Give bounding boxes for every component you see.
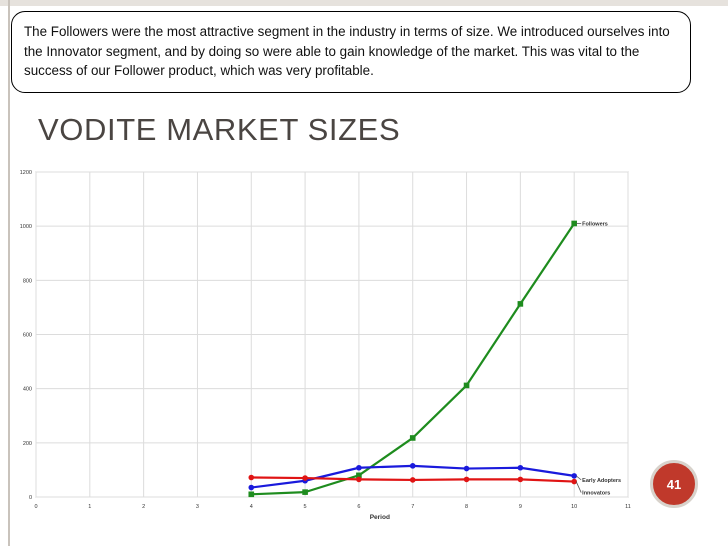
data-point bbox=[248, 484, 255, 491]
callout-box: The Followers were the most attractive s… bbox=[11, 11, 691, 93]
data-point bbox=[571, 473, 577, 479]
x-tick-label: 1 bbox=[88, 504, 91, 510]
data-point bbox=[463, 382, 470, 389]
data-point bbox=[409, 477, 416, 483]
y-tick-label: 1000 bbox=[20, 224, 32, 230]
data-point bbox=[302, 475, 308, 481]
data-point bbox=[248, 491, 255, 498]
y-tick-label: 600 bbox=[23, 333, 32, 339]
market-size-chart: 0 1 2 3 4 5 6 7 8 9 10 11 0 200 400 600 800 1000 1200 Perio… bbox=[10, 162, 640, 532]
y-tick-label: 0 bbox=[29, 495, 32, 501]
x-tick-label: 7 bbox=[411, 504, 414, 510]
series-label: Innovators bbox=[582, 491, 610, 497]
y-tick-label: 200 bbox=[23, 441, 32, 447]
data-point bbox=[517, 464, 524, 471]
data-point bbox=[571, 478, 577, 485]
data-point bbox=[409, 463, 416, 469]
data-point bbox=[571, 220, 577, 227]
x-tick-label: 2 bbox=[142, 504, 145, 510]
x-tick-label: 9 bbox=[519, 504, 522, 510]
data-point bbox=[463, 476, 470, 483]
page-number-badge: 41 bbox=[650, 460, 698, 508]
data-point bbox=[356, 464, 362, 471]
y-tick-label: 400 bbox=[23, 387, 32, 393]
data-point bbox=[463, 465, 470, 472]
x-tick-label: 5 bbox=[304, 504, 307, 510]
y-tick-label: 1200 bbox=[20, 170, 32, 176]
slide-title: VODITE MARKET SIZES bbox=[38, 112, 401, 147]
data-point bbox=[517, 301, 524, 307]
x-tick-label: 4 bbox=[250, 504, 253, 510]
y-tick-label: 800 bbox=[23, 278, 32, 284]
data-point bbox=[409, 435, 416, 441]
chart-svg: 0 1 2 3 4 5 6 7 8 9 10 11 0 200 400 600 800 1000 1200 Perio… bbox=[20, 170, 631, 521]
page-number: 41 bbox=[666, 476, 682, 492]
series-label: Early Adopters bbox=[582, 478, 621, 484]
series-label: Followers bbox=[582, 221, 608, 227]
x-axis-label: Period bbox=[370, 514, 390, 521]
x-tick-label: 3 bbox=[196, 504, 199, 510]
data-point bbox=[517, 476, 524, 483]
x-tick-label: 6 bbox=[357, 504, 360, 510]
x-tick-label: 11 bbox=[625, 504, 631, 510]
data-point bbox=[356, 476, 362, 483]
data-point bbox=[302, 489, 308, 495]
x-tick-label: 10 bbox=[571, 504, 577, 510]
x-tick-label: 0 bbox=[34, 504, 37, 510]
top-accent-bar bbox=[0, 0, 728, 6]
data-point bbox=[248, 474, 255, 481]
x-tick-label: 8 bbox=[465, 504, 468, 510]
callout-text: The Followers were the most attractive s… bbox=[24, 24, 670, 78]
